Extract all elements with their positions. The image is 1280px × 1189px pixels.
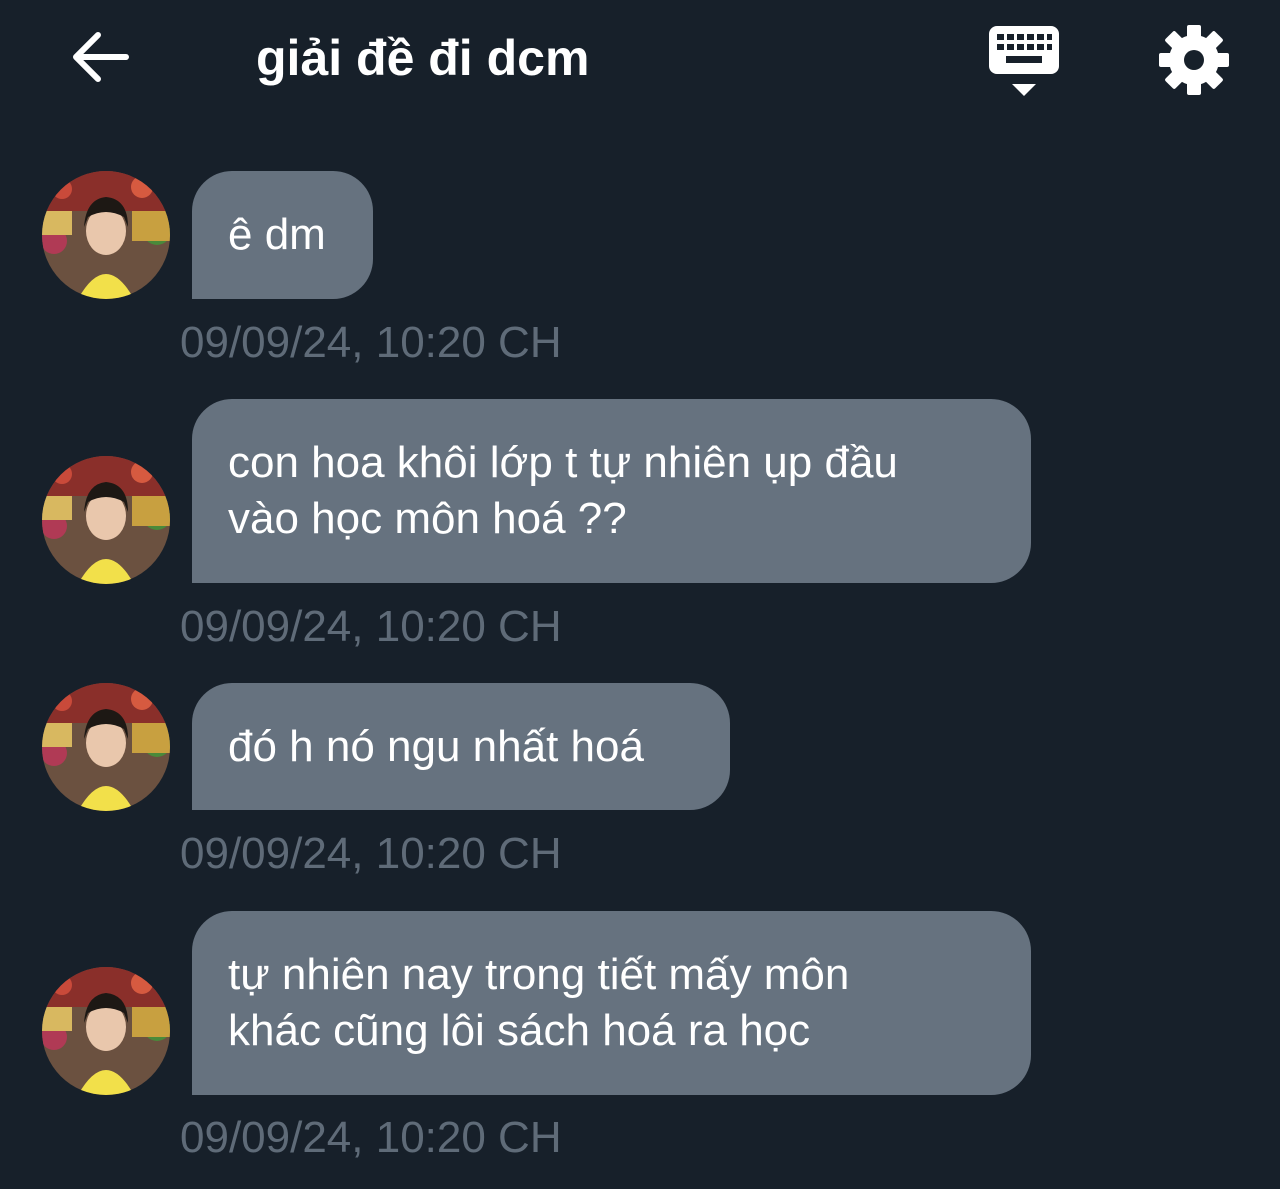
avatar-image	[42, 967, 170, 1095]
avatar-image	[42, 171, 170, 299]
message-timestamp: 09/09/24, 10:20 CH	[180, 318, 562, 367]
message-bubble[interactable]: con hoa khôi lớp t tự nhiên ụp đầu vào h…	[192, 399, 1031, 583]
avatar-image	[42, 456, 170, 584]
message-timestamp: 09/09/24, 10:20 CH	[180, 602, 562, 651]
message-text: tự nhiên nay trong tiết mấy môn khác cũn…	[228, 950, 850, 1055]
message-text: ê dm	[228, 210, 326, 259]
sender-avatar[interactable]	[42, 456, 170, 584]
avatar-image	[42, 683, 170, 811]
message-timestamp: 09/09/24, 10:20 CH	[180, 1113, 562, 1162]
sender-avatar[interactable]	[42, 683, 170, 811]
message-bubble[interactable]: tự nhiên nay trong tiết mấy môn khác cũn…	[192, 911, 1031, 1095]
message-timestamp: 09/09/24, 10:20 CH	[180, 829, 562, 878]
chat-screen: giải đề đi dcm ê dm 09/09/24, 10:20 CH c…	[0, 0, 1280, 1189]
sender-avatar[interactable]	[42, 171, 170, 299]
message-text: con hoa khôi lớp t tự nhiên ụp đầu vào h…	[228, 438, 898, 543]
message-text: đó h nó ngu nhất hoá	[228, 721, 644, 771]
sender-avatar[interactable]	[42, 967, 170, 1095]
message-bubble[interactable]: ê dm	[192, 171, 373, 299]
message-list: ê dm 09/09/24, 10:20 CH con hoa khôi lớp…	[0, 0, 1280, 1189]
message-bubble[interactable]: đó h nó ngu nhất hoá	[192, 683, 730, 810]
